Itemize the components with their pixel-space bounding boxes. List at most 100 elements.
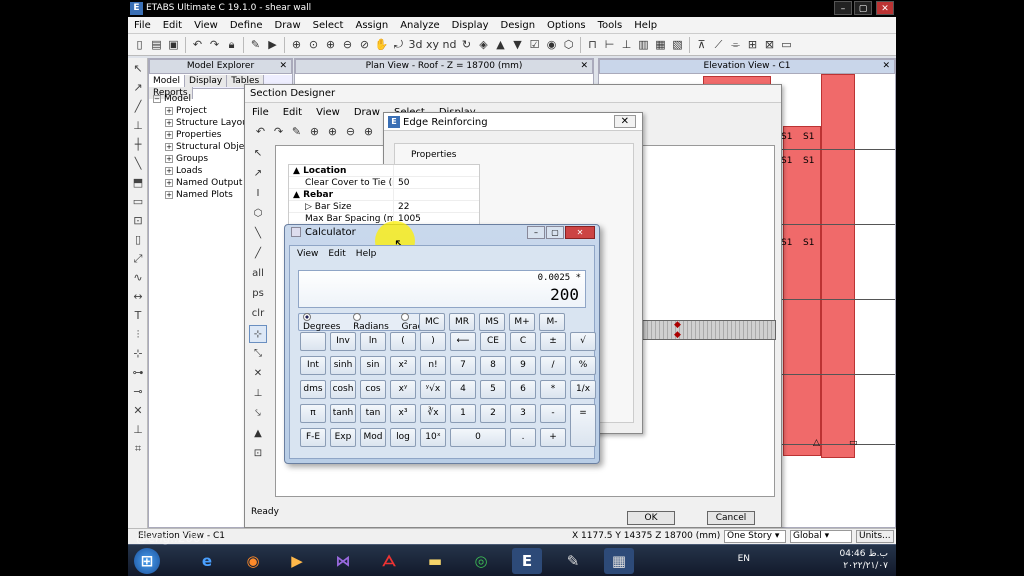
key-n-[interactable]: n! <box>420 356 446 375</box>
zoom-fit-icon[interactable]: ⊘ <box>357 37 372 52</box>
key-mod[interactable]: Mod <box>360 428 386 447</box>
key--[interactable]: = <box>570 404 596 447</box>
language-indicator[interactable]: EN <box>738 554 750 564</box>
pencil-icon[interactable]: ✎ <box>289 124 304 139</box>
key-10-[interactable]: 10ˣ <box>420 428 446 447</box>
draw-area-icon[interactable]: ▦ <box>653 37 668 52</box>
expand-icon[interactable]: + <box>165 130 173 139</box>
collapse-icon[interactable]: − <box>153 94 161 103</box>
snap-intersect-icon[interactable]: ✕ <box>130 403 146 419</box>
close-icon[interactable]: ✕ <box>279 60 287 73</box>
intersect-icon[interactable]: ✕ <box>249 365 267 383</box>
ok-button[interactable]: OK <box>627 511 675 525</box>
menu-select[interactable]: Select <box>307 17 350 31</box>
expand-icon[interactable]: + <box>165 154 173 163</box>
sd-menu-draw[interactable]: Draw <box>347 105 387 120</box>
move-down-icon[interactable]: ▼ <box>510 37 525 52</box>
key-cosh[interactable]: cosh <box>330 380 356 399</box>
close-icon[interactable]: ✕ <box>613 115 636 128</box>
key-1-x[interactable]: 1/x <box>570 380 596 399</box>
draw-tendon-icon[interactable]: ∿ <box>130 270 146 286</box>
lock-icon[interactable]: 🔒︎ <box>224 37 239 52</box>
draw-shape-icon[interactable]: ⬡ <box>249 205 267 223</box>
corner-rebar-icon[interactable]: ▲ <box>249 425 267 443</box>
key-7[interactable]: 7 <box>450 356 476 375</box>
draw-grid-icon[interactable]: ┼ <box>130 137 146 153</box>
key--[interactable]: ( <box>390 332 416 351</box>
maximize-button[interactable]: ▢ <box>546 226 564 239</box>
redo-icon[interactable]: ↷ <box>207 37 222 52</box>
zoom-in-icon[interactable]: ⊕ <box>323 37 338 52</box>
menu-define[interactable]: Define <box>224 17 269 31</box>
view-3d-icon[interactable]: 3d <box>408 37 423 52</box>
expand-icon[interactable]: + <box>165 178 173 187</box>
minimize-button[interactable]: – <box>527 226 545 239</box>
draw-column-icon[interactable]: ⊢ <box>602 37 617 52</box>
key-m-[interactable]: M+ <box>509 313 535 331</box>
key-mr[interactable]: MR <box>449 313 475 331</box>
undo-icon[interactable]: ↶ <box>190 37 205 52</box>
object-shrink-icon[interactable]: ⬡ <box>561 37 576 52</box>
draw-wall-icon[interactable]: ▥ <box>636 37 651 52</box>
key-4[interactable]: 4 <box>450 380 476 399</box>
key-mc[interactable]: MC <box>419 313 445 331</box>
key-int[interactable]: Int <box>300 356 326 375</box>
visual-studio-icon[interactable]: ⋈ <box>328 548 358 574</box>
draw-slab-icon[interactable]: ▧ <box>670 37 685 52</box>
undo-icon[interactable]: ↶ <box>253 124 268 139</box>
key-f-e[interactable]: F-E <box>300 428 326 447</box>
draw-text-icon[interactable]: T <box>130 308 146 324</box>
key-2[interactable]: 2 <box>480 404 506 423</box>
edge-rebar-icon[interactable]: ⤥ <box>249 405 267 423</box>
new-file-icon[interactable]: ▯ <box>132 37 147 52</box>
key-c[interactable]: C <box>510 332 536 351</box>
all-icon[interactable]: all <box>249 265 267 283</box>
open-file-icon[interactable]: ▤ <box>149 37 164 52</box>
menu-options[interactable]: Options <box>541 17 592 31</box>
expand-icon[interactable]: + <box>165 190 173 199</box>
pointer-icon[interactable]: ↖ <box>249 145 267 163</box>
key--[interactable]: √ <box>570 332 596 351</box>
wall-panel[interactable] <box>783 126 821 456</box>
rotate-view-icon[interactable]: ↻ <box>459 37 474 52</box>
menu-tools[interactable]: Tools <box>592 17 629 31</box>
close-icon[interactable]: ✕ <box>580 60 588 73</box>
menu-view[interactable]: View <box>188 17 224 31</box>
reshape-icon[interactable]: ↗ <box>249 165 267 183</box>
expand-icon[interactable]: + <box>165 166 173 175</box>
firefox-icon[interactable]: ◉ <box>238 548 268 574</box>
units-button[interactable]: Units... <box>856 530 894 543</box>
redo-icon[interactable]: ↷ <box>271 124 286 139</box>
zoom-fit-icon[interactable]: ⊕ <box>361 124 376 139</box>
key--[interactable]: % <box>570 356 596 375</box>
ie-icon[interactable]: e <box>192 548 222 574</box>
brace-icon[interactable]: ⟋ <box>711 37 726 52</box>
zoom-out-icon[interactable]: ⊖ <box>340 37 355 52</box>
close-button[interactable]: ✕ <box>876 1 894 15</box>
run-icon[interactable]: ▶ <box>265 37 280 52</box>
zoom-window-icon[interactable]: ⊕ <box>289 37 304 52</box>
zoom-in-icon[interactable]: ⊕ <box>325 124 340 139</box>
sd-menu-file[interactable]: File <box>245 105 276 120</box>
draw-link-icon[interactable]: ⤢ <box>130 251 146 267</box>
draw-i-section-icon[interactable]: I <box>249 185 267 203</box>
zoom-window-icon[interactable]: ⊕ <box>307 124 322 139</box>
menu-analyze[interactable]: Analyze <box>394 17 445 31</box>
start-button[interactable]: ⊞ <box>134 548 160 574</box>
wall-section[interactable] <box>638 320 776 340</box>
elevation-view-icon[interactable]: nd <box>442 37 457 52</box>
close-button[interactable]: ✕ <box>565 226 595 239</box>
pan-icon[interactable]: ✋ <box>374 37 389 52</box>
key-1[interactable]: 1 <box>450 404 476 423</box>
key--[interactable]: / <box>540 356 566 375</box>
clear-icon[interactable]: clr <box>249 305 267 323</box>
key-tan[interactable]: tan <box>360 404 386 423</box>
key-m-[interactable]: M- <box>539 313 565 331</box>
menu-display[interactable]: Display <box>446 17 495 31</box>
draw-opening-icon[interactable]: ▯ <box>130 232 146 248</box>
key-0[interactable]: 0 <box>450 428 506 447</box>
detail-icon[interactable]: ▭ <box>779 37 794 52</box>
radio-radians[interactable]: Radians <box>353 312 397 332</box>
key-x-[interactable]: x³ <box>390 404 416 423</box>
check-icon[interactable]: ☑ <box>527 37 542 52</box>
